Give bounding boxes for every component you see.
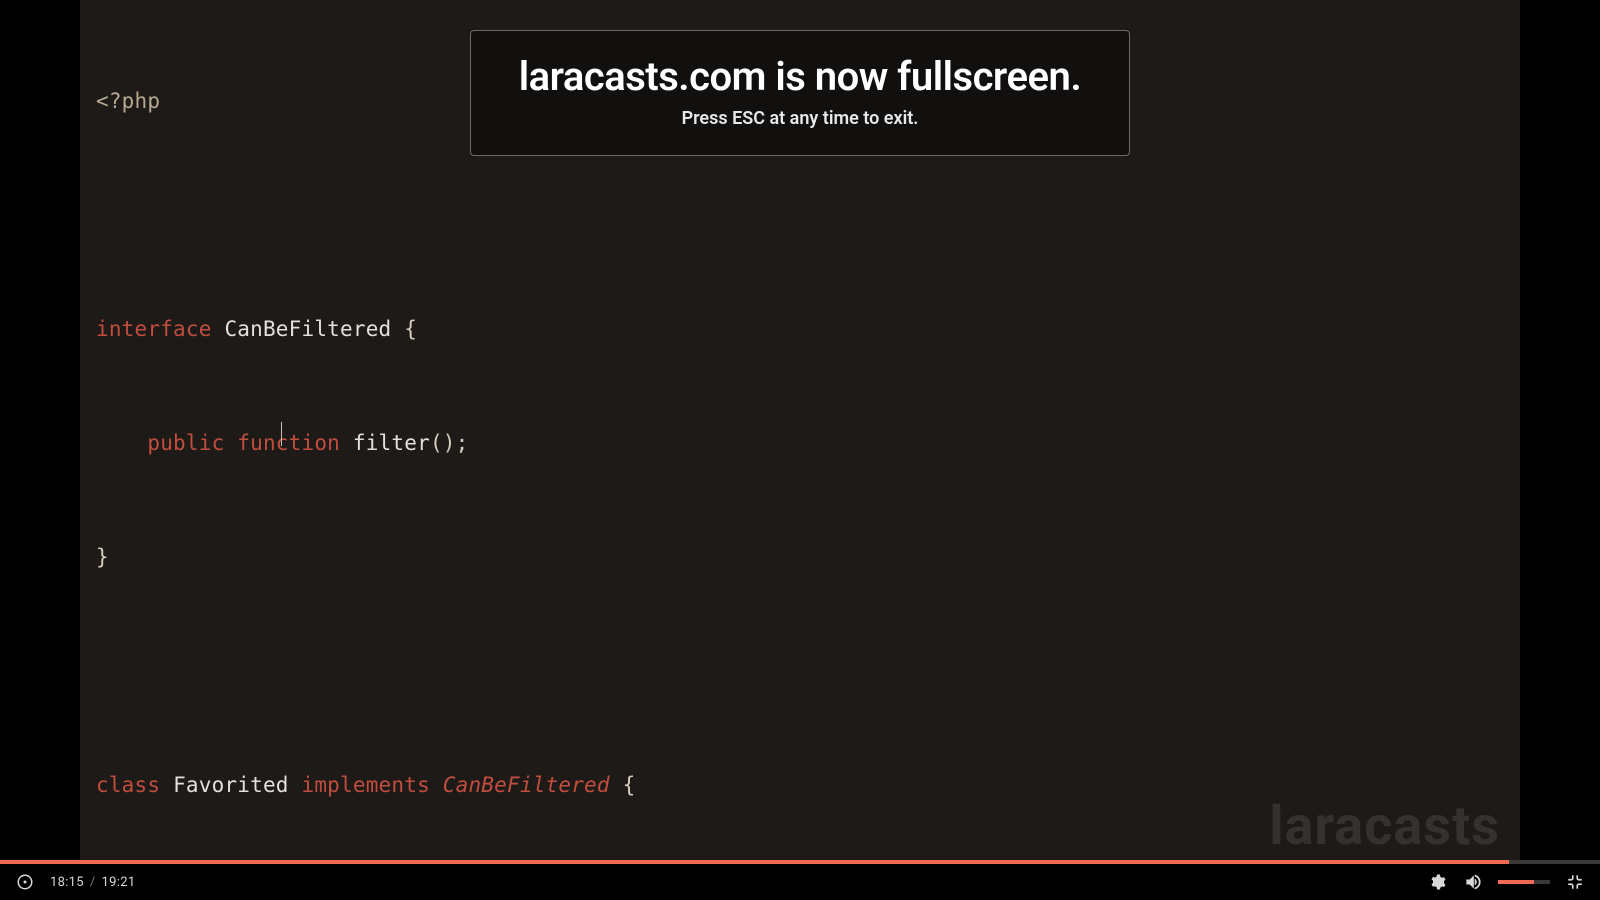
time-display: 18:15/19:21 xyxy=(50,875,135,890)
fullscreen-notice-subtitle: Press ESC at any time to exit. xyxy=(499,108,1101,129)
brand-watermark: laracasts xyxy=(1269,795,1500,858)
code-token-open-tag: <?php xyxy=(96,89,160,113)
settings-button[interactable] xyxy=(1426,871,1448,893)
play-button[interactable] xyxy=(14,871,36,893)
fullscreen-exit-button[interactable] xyxy=(1564,871,1586,893)
video-stage: <?php interface CanBeFiltered { public f… xyxy=(0,0,1600,900)
volume-button[interactable] xyxy=(1462,871,1484,893)
code-kw-interface: interface xyxy=(96,317,212,341)
fullscreen-notice-title: laracasts.com is now fullscreen. xyxy=(499,53,1101,100)
video-controls-bar: 18:15/19:21 xyxy=(0,864,1600,900)
duration: 19:21 xyxy=(102,875,136,890)
code-class-favorited: Favorited xyxy=(173,773,289,797)
code-type-name: CanBeFiltered xyxy=(224,317,391,341)
fullscreen-notice: laracasts.com is now fullscreen. Press E… xyxy=(470,30,1130,156)
volume-fill xyxy=(1498,880,1534,884)
current-time: 18:15 xyxy=(50,875,84,890)
volume-slider[interactable] xyxy=(1498,880,1550,884)
text-cursor-icon xyxy=(281,422,282,446)
